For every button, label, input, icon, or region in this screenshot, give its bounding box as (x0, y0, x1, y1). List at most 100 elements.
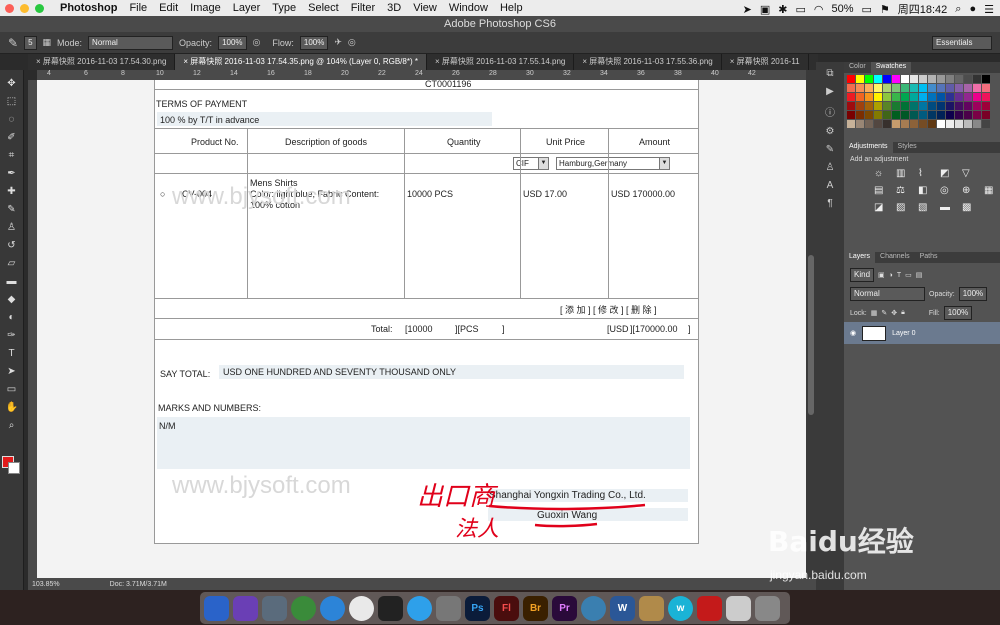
swatch[interactable] (856, 111, 864, 119)
background-color-swatch[interactable] (8, 462, 20, 474)
browser-icon[interactable] (581, 595, 606, 621)
swatch[interactable] (955, 102, 963, 110)
crop-tool-icon[interactable]: ⌗ (6, 150, 18, 162)
swatch[interactable] (892, 111, 900, 119)
tab-document-2[interactable]: × 屏幕快照 2016-11-03 17.54.35.png @ 104% (L… (175, 54, 427, 70)
color-lookup-icon[interactable]: ▦ (984, 185, 998, 196)
swatch[interactable] (982, 111, 990, 119)
menu-help[interactable]: Help (500, 2, 523, 14)
swatch[interactable] (955, 84, 963, 92)
zoom-level[interactable]: 103.85% (32, 581, 60, 588)
swatch[interactable] (874, 120, 882, 128)
swatch[interactable] (847, 111, 855, 119)
swatch[interactable] (973, 120, 981, 128)
swatch[interactable] (847, 84, 855, 92)
list-icon[interactable]: ☰ (984, 3, 994, 16)
scrollbar-thumb[interactable] (808, 255, 814, 415)
threshold-icon[interactable]: ▧ (918, 202, 932, 213)
tab-layers[interactable]: Layers (844, 252, 876, 263)
swatch[interactable] (901, 120, 909, 128)
swatch[interactable] (856, 75, 864, 83)
swatch[interactable] (883, 120, 891, 128)
clone-source-icon[interactable]: ♙ (826, 162, 835, 173)
swatch[interactable] (892, 120, 900, 128)
swatch[interactable] (973, 102, 981, 110)
paragraph-icon[interactable]: ¶ (827, 198, 832, 209)
eraser-tool-icon[interactable]: ▱ (6, 258, 18, 270)
swatch[interactable] (946, 84, 954, 92)
brightness-icon[interactable]: ☼ (874, 168, 888, 179)
tab-document-1[interactable]: × 屏幕快照 2016-11-03 17.54.30.png (28, 54, 176, 70)
swatch[interactable] (973, 111, 981, 119)
swatch[interactable] (856, 120, 864, 128)
system-preferences-icon[interactable] (436, 595, 461, 621)
swatch[interactable] (964, 84, 972, 92)
swatch[interactable] (883, 102, 891, 110)
swatch[interactable] (946, 102, 954, 110)
row-radio[interactable]: ○ (160, 189, 165, 199)
swatch[interactable] (919, 93, 927, 101)
swatch[interactable] (946, 111, 954, 119)
exposure-icon[interactable]: ◩ (940, 168, 954, 179)
swatch[interactable] (874, 84, 882, 92)
swatch[interactable] (982, 102, 990, 110)
gradient-map-icon[interactable]: ▬ (940, 202, 954, 213)
swatch[interactable] (901, 93, 909, 101)
chrome-icon[interactable] (291, 595, 316, 621)
pressure-opacity-icon[interactable]: ◎ (253, 37, 261, 48)
pen-tool-icon[interactable]: ✑ (6, 330, 18, 342)
close-window-button[interactable] (5, 3, 14, 13)
photos-icon[interactable] (349, 595, 374, 621)
eyedropper-tool-icon[interactable]: ✒ (6, 168, 18, 180)
filter-type-icon[interactable]: T (897, 272, 901, 279)
swatch[interactable] (937, 111, 945, 119)
brush-tool-icon[interactable]: ✎ (8, 36, 18, 50)
swatch[interactable] (892, 75, 900, 83)
lock-move-icon[interactable]: ✥ (891, 309, 897, 317)
pressure-size-icon[interactable]: ◎ (348, 37, 356, 48)
swatch[interactable] (973, 84, 981, 92)
airplay-icon[interactable]: ▭ (795, 3, 805, 16)
swatches-grid[interactable] (844, 73, 1000, 130)
swatch[interactable] (982, 93, 990, 101)
swatch[interactable] (946, 75, 954, 83)
row-actions[interactable]: [ 添 加 ] [ 修 改 ] [ 删 除 ] (560, 303, 657, 316)
premiere-icon[interactable]: Pr (552, 595, 577, 621)
downloads-icon[interactable] (726, 595, 751, 621)
clone-stamp-tool-icon[interactable]: ♙ (6, 222, 18, 234)
search-icon[interactable]: ⌕ (955, 3, 961, 16)
swatch[interactable] (919, 111, 927, 119)
layer-row[interactable]: ◉ Layer 0 (844, 322, 1000, 344)
layer-opacity-input[interactable]: 100% (958, 287, 988, 301)
menu-select[interactable]: Select (308, 2, 339, 14)
blend-mode-select[interactable]: Normal (850, 287, 925, 301)
swatch[interactable] (901, 84, 909, 92)
trash-icon[interactable] (755, 595, 780, 621)
tab-document-4[interactable]: × 屏幕快照 2016-11-03 17.55.36.png (574, 54, 722, 70)
swatch[interactable] (865, 84, 873, 92)
menu-file[interactable]: File (129, 2, 147, 14)
swatch[interactable] (847, 75, 855, 83)
filter-adjust-icon[interactable]: ◑ (889, 272, 893, 279)
swatch[interactable] (901, 102, 909, 110)
swatch[interactable] (928, 93, 936, 101)
swatch[interactable] (892, 102, 900, 110)
swatch[interactable] (919, 102, 927, 110)
info-icon[interactable]: ⓘ (825, 104, 835, 119)
swatch[interactable] (919, 75, 927, 83)
airbrush-icon[interactable]: ✈ (334, 37, 342, 48)
marquee-tool-icon[interactable]: ⬚ (6, 96, 18, 108)
kind-select[interactable]: Kind (850, 268, 875, 282)
swatch[interactable] (892, 84, 900, 92)
flash-player-icon[interactable] (697, 595, 722, 621)
gradient-tool-icon[interactable]: ▬ (6, 276, 18, 288)
fill-input[interactable]: 100% (943, 306, 973, 320)
bluetooth-icon[interactable]: ✱ (778, 3, 787, 16)
wifi-icon[interactable]: ◠ (814, 3, 824, 16)
swatch[interactable] (937, 93, 945, 101)
minimize-window-button[interactable] (20, 3, 29, 13)
tab-document-3[interactable]: × 屏幕快照 2016-11-03 17.55.14.png (427, 54, 575, 70)
zoom-window-button[interactable] (35, 3, 44, 13)
swatch[interactable] (928, 120, 936, 128)
swatch[interactable] (928, 75, 936, 83)
